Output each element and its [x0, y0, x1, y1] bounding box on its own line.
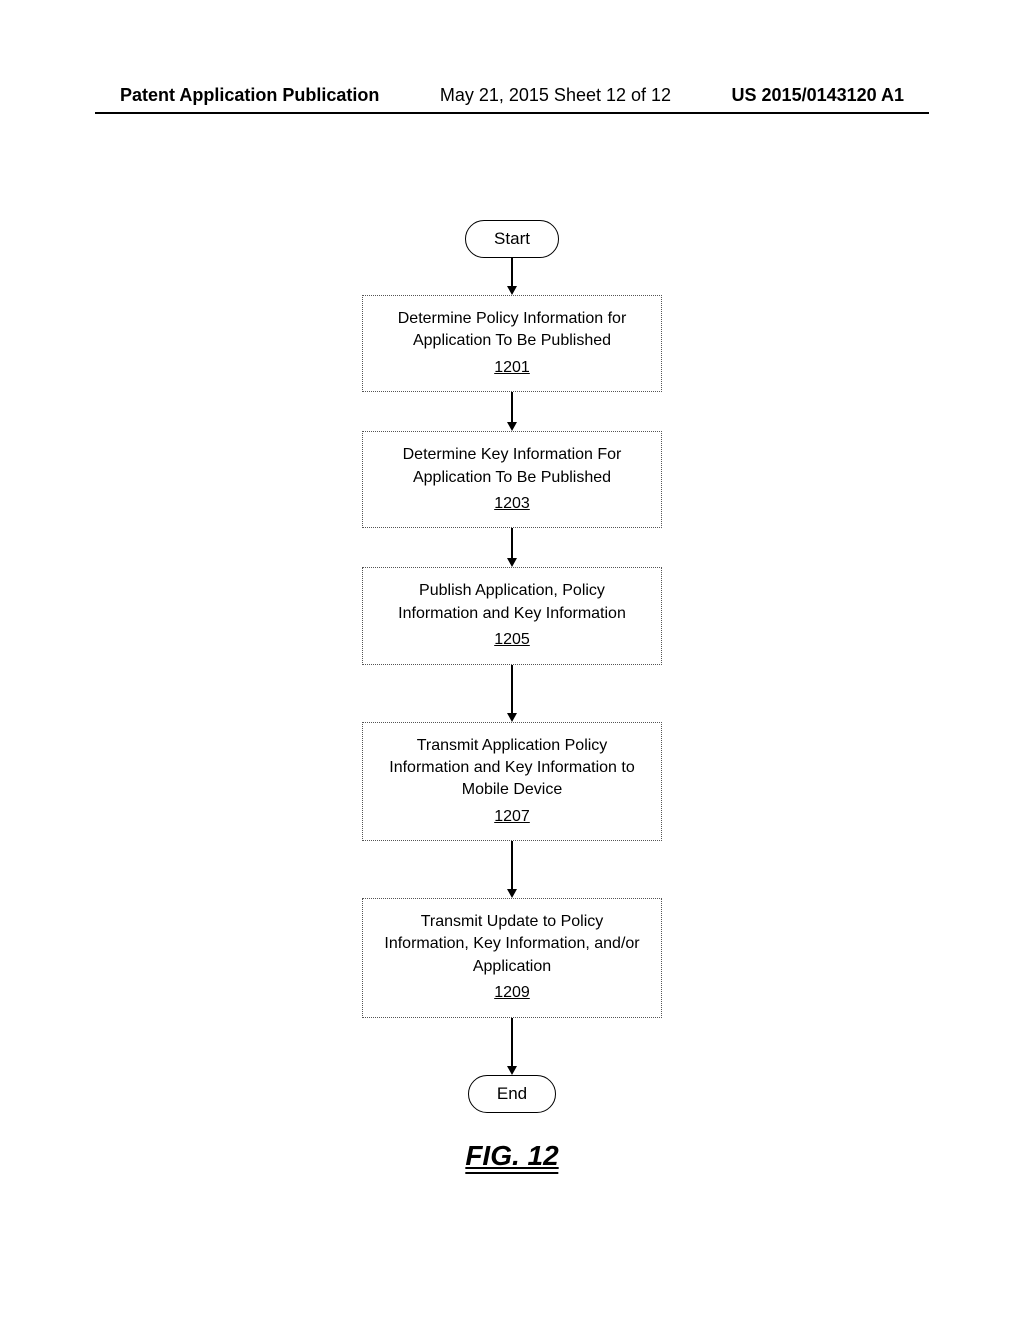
arrow-icon [507, 1018, 517, 1075]
process-text: Transmit Application Policy Information … [381, 735, 643, 802]
process-ref: 1207 [381, 806, 643, 828]
terminal-end: End [468, 1075, 556, 1113]
flowchart: Start Determine Policy Information for A… [362, 220, 662, 1113]
process-ref: 1201 [381, 357, 643, 379]
process-step-1201: Determine Policy Information for Applica… [362, 295, 662, 392]
header-rule [95, 112, 929, 114]
arrow-icon [507, 528, 517, 567]
process-text: Determine Policy Information for Applica… [381, 308, 643, 353]
header-publication: Patent Application Publication [120, 85, 379, 106]
terminal-end-label: End [497, 1084, 527, 1103]
process-step-1203: Determine Key Information For Applicatio… [362, 431, 662, 528]
process-step-1205: Publish Application, Policy Information … [362, 567, 662, 664]
process-text: Transmit Update to Policy Information, K… [381, 911, 643, 978]
figure-label: FIG. 12 [465, 1140, 558, 1174]
header-pub-number: US 2015/0143120 A1 [732, 85, 904, 106]
page-header: Patent Application Publication May 21, 2… [0, 85, 1024, 106]
process-text: Publish Application, Policy Information … [381, 580, 643, 625]
terminal-start-label: Start [494, 229, 530, 248]
process-ref: 1205 [381, 629, 643, 651]
arrow-icon [507, 258, 517, 295]
process-ref: 1203 [381, 493, 643, 515]
arrow-icon [507, 392, 517, 431]
process-step-1207: Transmit Application Policy Information … [362, 722, 662, 842]
arrow-icon [507, 665, 517, 722]
process-ref: 1209 [381, 982, 643, 1004]
header-date-sheet: May 21, 2015 Sheet 12 of 12 [440, 85, 671, 106]
terminal-start: Start [465, 220, 559, 258]
process-step-1209: Transmit Update to Policy Information, K… [362, 898, 662, 1018]
arrow-icon [507, 841, 517, 898]
process-text: Determine Key Information For Applicatio… [381, 444, 643, 489]
